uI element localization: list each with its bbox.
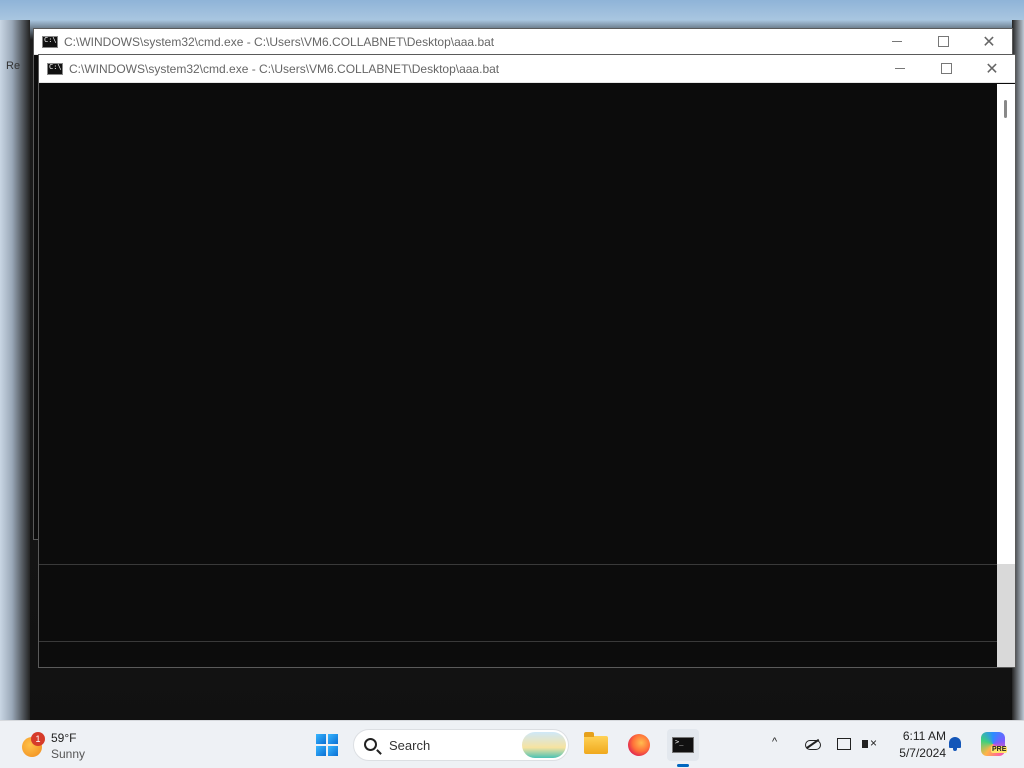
weather-condition: Sunny [51, 747, 86, 761]
minimize-button[interactable] [877, 55, 923, 82]
minimize-button[interactable] [874, 29, 920, 54]
clock[interactable]: 6:11 AM 5/7/2024 [890, 729, 946, 760]
caption-buttons: ✕ [877, 55, 1015, 82]
maximize-button[interactable] [923, 55, 969, 82]
cmd-window-front[interactable]: C:\WINDOWS\system32\cmd.exe - C:\Users\V… [38, 54, 1016, 668]
console-divider [39, 641, 997, 642]
terminal-icon [672, 737, 694, 753]
scrollbar-track[interactable] [997, 564, 1015, 667]
show-hidden-icons-chevron-icon[interactable]: ^ [772, 736, 777, 748]
taskbar: 1 59°F Sunny Search ^ 6:11 AM 5/7/2024 P… [0, 720, 1024, 768]
notification-bell-icon[interactable] [949, 737, 961, 751]
console-divider [39, 564, 997, 565]
window-title: C:\WINDOWS\system32\cmd.exe - C:\Users\V… [64, 34, 495, 49]
window-title: C:\WINDOWS\system32\cmd.exe - C:\Users\V… [69, 61, 500, 76]
search-icon [364, 738, 377, 751]
vertical-scrollbar[interactable] [997, 84, 1015, 667]
desktop-edge-left [0, 20, 30, 720]
close-button[interactable]: ✕ [969, 55, 1015, 82]
weather-temperature: 59°F [51, 731, 77, 745]
terminal-button[interactable] [667, 729, 699, 761]
cmd-icon [47, 62, 63, 75]
desktop-icon-label[interactable]: Re [6, 60, 20, 72]
copilot-preview-badge: PRE [991, 746, 1008, 753]
clock-time: 6:11 AM [902, 729, 946, 743]
titlebar[interactable]: C:\WINDOWS\system32\cmd.exe - C:\Users\V… [34, 29, 1012, 55]
folder-icon [584, 732, 608, 754]
network-icon[interactable] [835, 735, 853, 753]
close-button[interactable]: ✕ [966, 29, 1012, 54]
firefox-button[interactable] [623, 729, 655, 761]
scrollbar-thumb[interactable] [1004, 100, 1007, 118]
active-app-indicator [677, 764, 689, 767]
caption-buttons: ✕ [874, 29, 1012, 54]
firefox-icon [628, 734, 650, 756]
titlebar[interactable]: C:\WINDOWS\system32\cmd.exe - C:\Users\V… [39, 55, 1015, 83]
start-button[interactable] [311, 729, 343, 761]
file-explorer-button[interactable] [580, 729, 612, 761]
weather-widget[interactable]: 1 59°F Sunny [18, 727, 108, 763]
taskbar-search[interactable]: Search [353, 729, 569, 761]
search-placeholder: Search [389, 738, 431, 753]
windows-logo-icon [316, 734, 338, 756]
clock-date: 5/7/2024 [899, 746, 946, 760]
console-output[interactable] [39, 84, 997, 667]
weather-badge: 1 [31, 732, 45, 746]
search-highlight-icon [522, 732, 566, 758]
cmd-icon [42, 35, 58, 48]
onedrive-offline-icon[interactable] [803, 735, 821, 753]
volume-muted-icon[interactable] [860, 735, 878, 753]
maximize-button[interactable] [920, 29, 966, 54]
